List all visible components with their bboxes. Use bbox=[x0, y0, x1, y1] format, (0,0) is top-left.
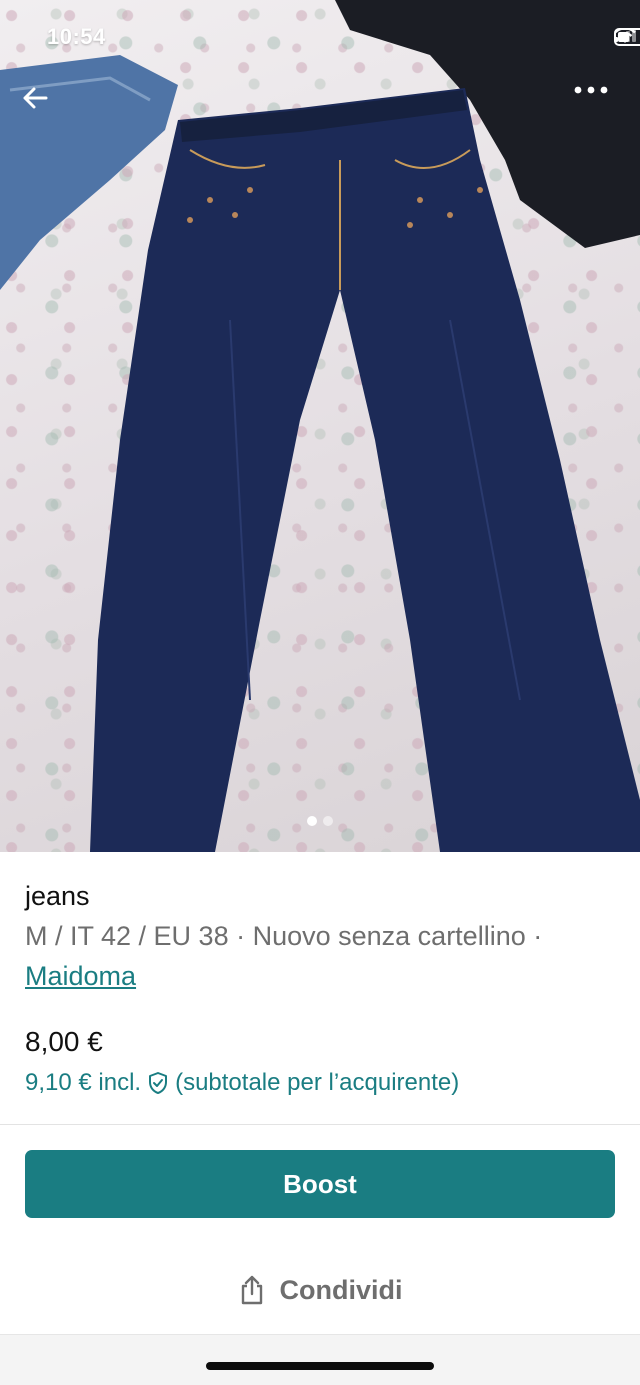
battery-icon bbox=[614, 28, 640, 46]
boost-button-label: Boost bbox=[283, 1168, 357, 1199]
item-attributes: M / IT 42 / EU 38 · Nuovo senza cartelli… bbox=[25, 921, 543, 951]
share-button-label: Condividi bbox=[279, 1274, 403, 1305]
item-title: jeans bbox=[25, 881, 90, 911]
bottom-bar bbox=[0, 1334, 640, 1385]
price-incl-note: (subtotale per l’acquirente) bbox=[175, 1069, 460, 1096]
item-brand-link[interactable]: Maidoma bbox=[25, 956, 620, 996]
share-icon bbox=[241, 1275, 262, 1305]
item-price: 8,00 € bbox=[25, 1026, 103, 1057]
share-button[interactable]: Condividi bbox=[0, 1262, 640, 1318]
home-indicator[interactable] bbox=[206, 1362, 434, 1370]
jeans-photo bbox=[0, 0, 640, 852]
item-price-including-protection[interactable]: 9,10 € incl. (subtotale per l’acquirente… bbox=[25, 1066, 620, 1100]
shield-check-icon bbox=[149, 1072, 168, 1094]
price-incl-value: 9,10 € incl. bbox=[25, 1069, 142, 1096]
boost-button[interactable]: Boost bbox=[25, 1150, 615, 1218]
gallery-dot-2[interactable] bbox=[323, 816, 333, 826]
back-button[interactable] bbox=[22, 86, 62, 126]
item-details: jeans M / IT 42 / EU 38 · Nuovo senza ca… bbox=[25, 878, 620, 1100]
arrow-left-icon bbox=[23, 87, 48, 109]
more-options-button[interactable] bbox=[574, 86, 618, 126]
status-bar-time: 10:54 bbox=[47, 24, 106, 49]
gallery-pagination bbox=[0, 816, 640, 826]
more-horizontal-icon bbox=[574, 86, 608, 94]
item-photo-gallery[interactable]: 10:54 bbox=[0, 0, 640, 852]
gallery-dot-1[interactable] bbox=[307, 816, 317, 826]
section-divider bbox=[0, 1124, 640, 1125]
